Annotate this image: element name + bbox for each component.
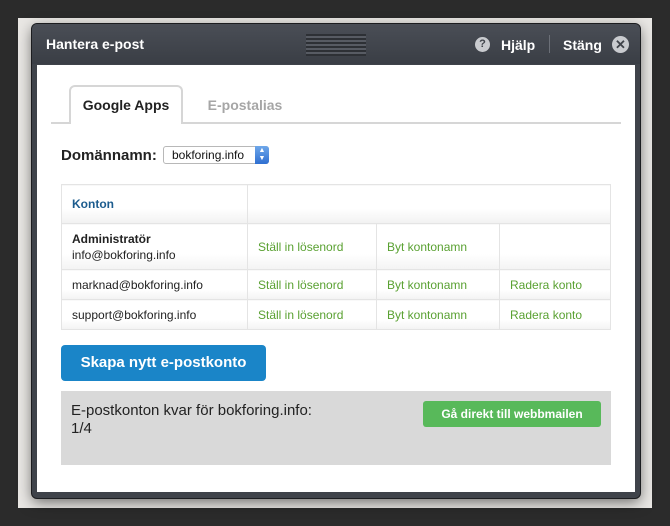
set-password-link[interactable]: Ställ in lösenord — [258, 240, 343, 254]
delete-cell: Radera konto — [499, 299, 611, 330]
go-to-webmail-button[interactable]: Gå direkt till webbmailen — [423, 401, 601, 427]
table-row: marknad@bokforing.info Ställ in lösenord… — [61, 269, 611, 300]
remaining-accounts-label: E-postkonton kvar för bokforing.info: — [71, 402, 312, 419]
account-cell: Administratör info@bokforing.info — [61, 223, 248, 270]
set-password-link[interactable]: Ställ in lösenord — [258, 308, 343, 322]
account-email: info@bokforing.info — [72, 247, 176, 262]
create-email-account-button[interactable]: Skapa nytt e-postkonto — [61, 345, 266, 381]
set-password-cell: Ställ in lösenord — [247, 299, 377, 330]
table-header-row: Konton — [61, 184, 611, 224]
delete-cell — [499, 223, 611, 270]
table-row: Administratör info@bokforing.info Ställ … — [61, 223, 611, 270]
column-header-empty — [247, 184, 611, 224]
help-button[interactable]: Hjälp — [501, 37, 535, 53]
rename-account-link[interactable]: Byt kontonamn — [387, 240, 467, 254]
account-role: Administratör — [72, 231, 151, 246]
delete-account-link[interactable]: Radera konto — [510, 308, 582, 322]
set-password-cell: Ställ in lösenord — [247, 269, 377, 300]
drag-grip-icon[interactable] — [306, 34, 366, 56]
close-button[interactable]: Stäng — [563, 37, 602, 53]
delete-cell: Radera konto — [499, 269, 611, 300]
help-icon[interactable]: ? — [475, 37, 490, 52]
column-header-accounts: Konton — [61, 184, 248, 224]
remaining-accounts-count: 1/4 — [71, 420, 92, 437]
rename-cell: Byt kontonamn — [376, 299, 500, 330]
quota-panel: E-postkonton kvar för bokforing.info: 1/… — [61, 391, 611, 465]
set-password-link[interactable]: Ställ in lösenord — [258, 278, 343, 292]
domain-select[interactable]: bokforing.info ▲ ▼ — [163, 146, 269, 164]
accounts-table: Konton Administratör info@bokforing.info… — [61, 184, 611, 330]
dialog-content: Google Apps E-postalias Domännamn: bokfo… — [37, 65, 635, 492]
table-row: support@bokforing.info Ställ in lösenord… — [61, 299, 611, 330]
delete-account-link[interactable]: Radera konto — [510, 278, 582, 292]
set-password-cell: Ställ in lösenord — [247, 223, 377, 270]
titlebar-divider — [549, 35, 550, 53]
close-icon[interactable]: ✕ — [612, 36, 629, 53]
account-email: marknad@bokforing.info — [61, 269, 248, 300]
tab-google-apps[interactable]: Google Apps — [69, 85, 183, 124]
rename-account-link[interactable]: Byt kontonamn — [387, 278, 467, 292]
account-email: support@bokforing.info — [61, 299, 248, 330]
rename-cell: Byt kontonamn — [376, 269, 500, 300]
email-dialog: Hantera e-post ? Hjälp Stäng ✕ Google Ap… — [32, 24, 640, 498]
dialog-title: Hantera e-post — [46, 36, 145, 52]
rename-account-link[interactable]: Byt kontonamn — [387, 308, 467, 322]
dialog-titlebar[interactable]: Hantera e-post ? Hjälp Stäng ✕ — [32, 24, 640, 64]
rename-cell: Byt kontonamn — [376, 223, 500, 270]
domain-select-value: bokforing.info — [172, 148, 245, 162]
tab-email-alias[interactable]: E-postalias — [190, 85, 300, 124]
domain-label: Domännamn: — [61, 147, 157, 164]
select-arrows-icon: ▲ ▼ — [255, 146, 269, 164]
